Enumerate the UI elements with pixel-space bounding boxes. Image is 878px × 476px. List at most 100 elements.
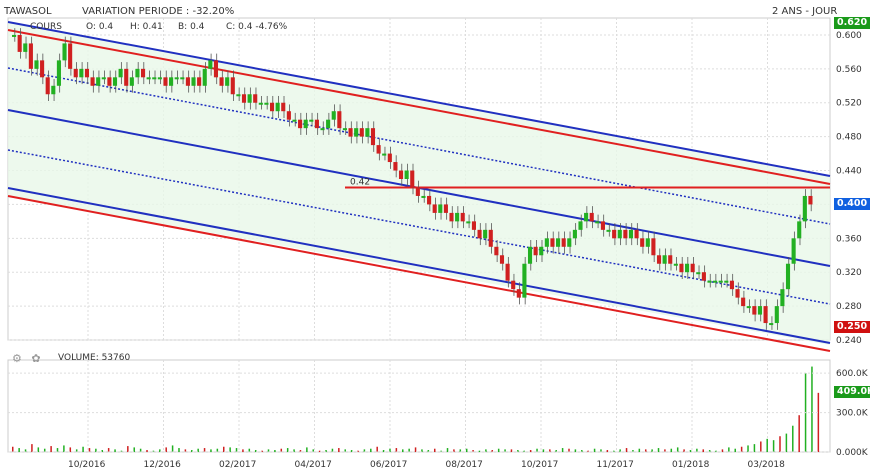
x-tick-label: 11/2017 [597, 460, 634, 470]
volume-bar [779, 436, 781, 452]
candle [455, 212, 460, 222]
candle [600, 221, 605, 230]
candle [157, 77, 162, 80]
candle [707, 280, 712, 283]
candle [617, 229, 622, 239]
candle [561, 238, 566, 247]
volume-tag: 409.0K [834, 386, 874, 398]
candle [348, 128, 353, 137]
candle [163, 77, 168, 86]
candle [56, 60, 61, 86]
period-selector[interactable]: 2 ANS - JOUR [772, 6, 837, 17]
candle [662, 255, 667, 264]
price-tag-bottom: 0.250 [834, 321, 870, 333]
x-tick-label: 02/2017 [219, 460, 256, 470]
candle [438, 204, 443, 213]
volume-bar [510, 449, 513, 452]
volume-bar [133, 447, 135, 452]
volume-bar [171, 445, 174, 452]
volume-bar [203, 448, 206, 452]
volume-icons[interactable]: ⚙ ✿ [12, 352, 41, 365]
volume-bar [31, 444, 33, 452]
candle [17, 34, 22, 52]
volume-bar [88, 448, 91, 452]
candle [354, 128, 359, 137]
price-tag-top: 0.620 [834, 17, 870, 29]
y-tick-label: 0.520 [836, 99, 862, 109]
candle [539, 246, 544, 256]
candle [275, 102, 280, 112]
candle [23, 43, 28, 52]
candle [797, 221, 802, 239]
ohlc-label: COURS [30, 22, 62, 32]
candle [612, 229, 617, 239]
candle [505, 263, 510, 281]
candle [45, 77, 50, 95]
candle [309, 119, 314, 122]
volume-bar [376, 446, 378, 452]
volume-bar [229, 447, 231, 452]
candle [169, 77, 174, 86]
candle [679, 263, 684, 273]
candle [146, 77, 151, 80]
candle [101, 77, 106, 80]
volume-bar [286, 448, 289, 452]
candle [185, 77, 190, 86]
volume-bar [446, 448, 449, 452]
candle [180, 77, 185, 80]
candle [140, 68, 146, 78]
candle [28, 43, 33, 69]
volume-bar [414, 447, 417, 452]
candle [96, 77, 101, 86]
candle [197, 77, 202, 86]
volume-bar [82, 446, 84, 452]
candle [387, 153, 392, 163]
candle [269, 102, 275, 112]
volume-bar [433, 448, 436, 452]
volume-bar [274, 450, 276, 452]
settings-icon[interactable]: ✿ [31, 352, 40, 365]
volume-bar [465, 448, 468, 452]
volume-bar [222, 446, 225, 452]
candle [488, 229, 493, 247]
price-tag-current: 0.400 [834, 198, 870, 210]
candle [320, 128, 325, 131]
volume-bar [395, 448, 398, 452]
candle [40, 60, 45, 78]
candle [51, 85, 56, 95]
candle [230, 77, 235, 95]
y-tick-label: 0.360 [836, 234, 862, 244]
volume-bar [561, 448, 564, 452]
candle [236, 94, 241, 97]
candle [533, 246, 538, 256]
volume-bar [728, 447, 730, 452]
x-tick-label: 06/2017 [370, 460, 407, 470]
volume-bar [785, 433, 788, 452]
candle [34, 60, 39, 69]
x-tick-label: 10/2016 [68, 460, 106, 470]
annotation-label: 0.42 [350, 177, 370, 187]
candle [191, 77, 196, 86]
volume-tick-label: 600.0K [836, 369, 869, 379]
candle [292, 119, 297, 122]
volume-bar [766, 438, 768, 452]
volume-bar [740, 446, 743, 452]
y-tick-label: 0.600 [836, 31, 862, 41]
y-tick-label: 0.560 [836, 65, 862, 75]
candle [645, 238, 650, 247]
candle [410, 170, 415, 188]
volume-bar [56, 448, 59, 452]
candle [449, 212, 454, 222]
volume-bar [753, 444, 756, 452]
candle [219, 77, 224, 86]
candle [208, 60, 213, 69]
gear-icon[interactable]: ⚙ [12, 352, 22, 365]
candle [516, 289, 521, 298]
high-value: H: 0.41 [130, 22, 163, 32]
x-tick-label: 08/2017 [446, 460, 483, 470]
candle [68, 43, 73, 69]
candle [241, 94, 247, 103]
candle [404, 170, 409, 179]
symbol-label: TAWASOL [4, 6, 52, 17]
candle [152, 77, 157, 80]
